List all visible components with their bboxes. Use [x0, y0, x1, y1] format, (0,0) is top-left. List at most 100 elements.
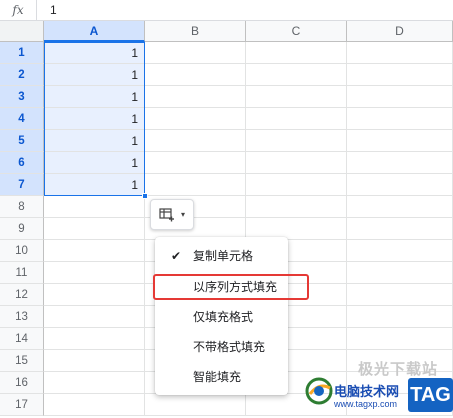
cell-value: 1 — [131, 134, 138, 148]
cell-c7[interactable] — [246, 174, 347, 196]
row-header-6[interactable]: 6 — [0, 152, 44, 174]
cell-a10[interactable] — [44, 240, 145, 262]
formula-bar[interactable]: fx 1 — [0, 0, 453, 21]
menu-item-label: 仅填充格式 — [193, 310, 254, 324]
cell-c4[interactable] — [246, 108, 347, 130]
column-header-c[interactable]: C — [246, 21, 347, 42]
cell-value: 1 — [131, 90, 138, 104]
cell-a11[interactable] — [44, 262, 145, 284]
watermark-url: www.tagxp.com — [334, 399, 398, 409]
row-header-3[interactable]: 3 — [0, 86, 44, 108]
cell-d7[interactable] — [347, 174, 453, 196]
row-header-17[interactable]: 17 — [0, 394, 44, 416]
cell-d6[interactable] — [347, 152, 453, 174]
cell-a4[interactable]: 1 — [44, 108, 145, 130]
row-header-10[interactable]: 10 — [0, 240, 44, 262]
paste-options-icon — [159, 208, 174, 222]
cell-d11[interactable] — [347, 262, 453, 284]
cell-b6[interactable] — [145, 152, 246, 174]
formula-input[interactable]: 1 — [50, 0, 57, 20]
cell-c1[interactable] — [246, 42, 347, 64]
row-header-12[interactable]: 12 — [0, 284, 44, 306]
menu-item-copy-cells[interactable]: ✔ 复制单元格 — [155, 241, 288, 271]
watermark-tag-badge: TAG — [408, 378, 453, 412]
row-header-14[interactable]: 14 — [0, 328, 44, 350]
cell-d8[interactable] — [347, 196, 453, 218]
cell-value: 1 — [131, 68, 138, 82]
cell-value: 1 — [131, 46, 138, 60]
watermark-site-name: 电脑技术网 — [334, 384, 400, 399]
cell-d5[interactable] — [347, 130, 453, 152]
watermark-top-text: 极光下载站 — [358, 361, 439, 378]
row-header-15[interactable]: 15 — [0, 350, 44, 372]
cell-a15[interactable] — [44, 350, 145, 372]
cell-d4[interactable] — [347, 108, 453, 130]
cell-c3[interactable] — [246, 86, 347, 108]
cell-a1[interactable]: 1 — [44, 42, 145, 64]
highlight-annotation-box — [153, 274, 309, 300]
check-icon: ✔ — [171, 249, 182, 263]
select-all-corner[interactable] — [0, 21, 44, 42]
cell-d3[interactable] — [347, 86, 453, 108]
cell-b17[interactable] — [145, 394, 246, 416]
cell-a12[interactable] — [44, 284, 145, 306]
cell-d9[interactable] — [347, 218, 453, 240]
cell-a17[interactable] — [44, 394, 145, 416]
cell-c5[interactable] — [246, 130, 347, 152]
cell-value: 1 — [131, 178, 138, 192]
cell-b2[interactable] — [145, 64, 246, 86]
cell-b1[interactable] — [145, 42, 246, 64]
row-header-4[interactable]: 4 — [0, 108, 44, 130]
row-header-1[interactable]: 1 — [0, 42, 44, 64]
autofill-options-button[interactable]: ▾ — [150, 199, 194, 230]
menu-item-fill-format-only[interactable]: 仅填充格式 — [155, 302, 288, 332]
cell-a5[interactable]: 1 — [44, 130, 145, 152]
chevron-down-icon: ▾ — [181, 210, 186, 219]
cell-d10[interactable] — [347, 240, 453, 262]
cell-b7[interactable] — [145, 174, 246, 196]
fill-handle[interactable] — [142, 193, 148, 199]
cell-a14[interactable] — [44, 328, 145, 350]
menu-item-label: 智能填充 — [193, 370, 242, 384]
cell-a13[interactable] — [44, 306, 145, 328]
cell-b4[interactable] — [145, 108, 246, 130]
cell-a16[interactable] — [44, 372, 145, 394]
cell-c6[interactable] — [246, 152, 347, 174]
cell-d13[interactable] — [347, 306, 453, 328]
row-header-2[interactable]: 2 — [0, 64, 44, 86]
menu-item-fill-without-format[interactable]: 不带格式填充 — [155, 332, 288, 362]
row-header-16[interactable]: 16 — [0, 372, 44, 394]
cell-a7[interactable]: 1 — [44, 174, 145, 196]
cell-value: 1 — [131, 156, 138, 170]
autofill-menu: ✔ 复制单元格 以序列方式填充 仅填充格式 不带格式填充 智能填充 — [155, 237, 288, 395]
column-header-d[interactable]: D — [347, 21, 453, 42]
cell-a9[interactable] — [44, 218, 145, 240]
cell-a6[interactable]: 1 — [44, 152, 145, 174]
row-header-5[interactable]: 5 — [0, 130, 44, 152]
row-header-13[interactable]: 13 — [0, 306, 44, 328]
row-header-11[interactable]: 11 — [0, 262, 44, 284]
menu-item-label: 复制单元格 — [193, 249, 254, 263]
cell-c8[interactable] — [246, 196, 347, 218]
menu-item-smart-fill[interactable]: 智能填充 — [155, 362, 288, 392]
column-header-a[interactable]: A — [44, 21, 145, 42]
cell-c2[interactable] — [246, 64, 347, 86]
cell-value: 1 — [131, 112, 138, 126]
cell-b3[interactable] — [145, 86, 246, 108]
cell-d12[interactable] — [347, 284, 453, 306]
menu-item-label: 不带格式填充 — [193, 340, 266, 354]
fx-icon: fx — [0, 0, 37, 20]
watermark: 极光下载站 电脑技术网 www.tagxp.com TAG — [300, 358, 453, 418]
column-header-b[interactable]: B — [145, 21, 246, 42]
cell-d2[interactable] — [347, 64, 453, 86]
watermark-logo-icon — [305, 377, 333, 405]
cell-d1[interactable] — [347, 42, 453, 64]
cell-b5[interactable] — [145, 130, 246, 152]
row-header-8[interactable]: 8 — [0, 196, 44, 218]
row-header-7[interactable]: 7 — [0, 174, 44, 196]
cell-d14[interactable] — [347, 328, 453, 350]
cell-a3[interactable]: 1 — [44, 86, 145, 108]
row-header-9[interactable]: 9 — [0, 218, 44, 240]
cell-a2[interactable]: 1 — [44, 64, 145, 86]
cell-a8[interactable] — [44, 196, 145, 218]
